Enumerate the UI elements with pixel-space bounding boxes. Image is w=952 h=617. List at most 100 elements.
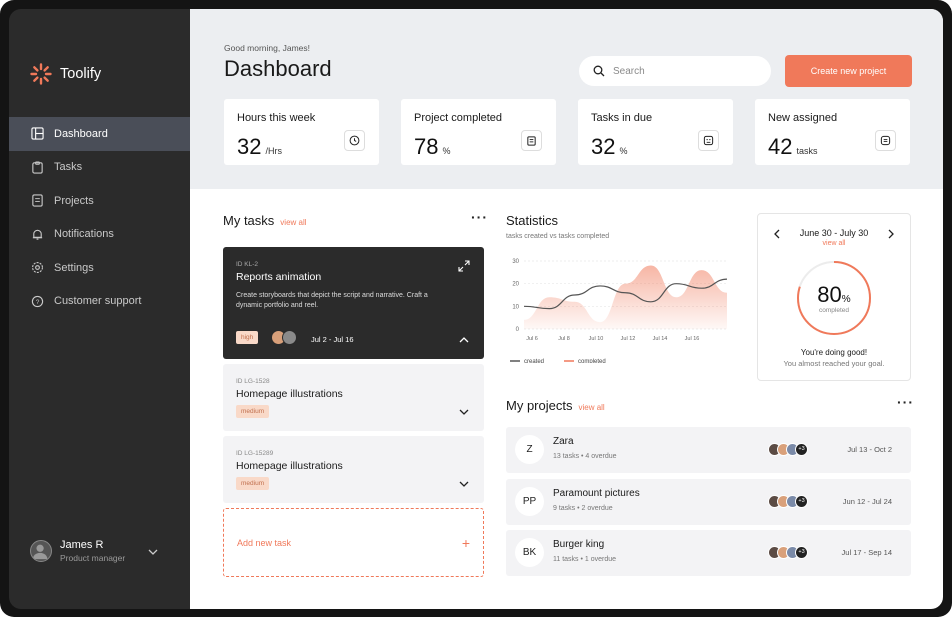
- statistics-title: Statistics: [506, 213, 559, 228]
- project-date: Jul 13 - Oct 2: [847, 445, 892, 454]
- clipboard-icon: [32, 161, 43, 174]
- legend-label-created: created: [524, 359, 544, 363]
- task-date: Jul 2 - Jul 16: [311, 335, 354, 344]
- more-icon[interactable]: ···: [897, 394, 914, 410]
- dashboard-icon: [31, 127, 44, 140]
- extra-members: +3: [795, 443, 808, 456]
- project-date: Jun 12 - Jul 24: [842, 497, 892, 506]
- chevron-down-icon[interactable]: [459, 409, 469, 416]
- chevron-right-icon[interactable]: [888, 229, 895, 239]
- project-meta: 9 tasks • 2 overdue: [553, 505, 613, 512]
- projects-view-all-link[interactable]: view all: [578, 403, 604, 412]
- priority-badge: medium: [236, 477, 270, 490]
- clipboard-icon[interactable]: [521, 130, 542, 151]
- priority-badge: medium: [236, 405, 270, 418]
- main-content: Good morning, James! Dashboard Create ne…: [190, 9, 943, 609]
- add-task-label: Add new task: [237, 537, 292, 548]
- project-row[interactable]: Z Zara 13 tasks • 4 overdue +3 Jul 13 - …: [506, 427, 911, 473]
- progress-card: June 30 - July 30 view all 80% completed…: [757, 213, 911, 381]
- x-tick-label: Jul 12: [621, 336, 636, 342]
- statistics-subtitle: tasks created vs tasks completed: [506, 233, 610, 240]
- extra-members: +3: [795, 495, 808, 508]
- project-name: Paramount pictures: [553, 488, 640, 499]
- task-id: ID LG-1528: [236, 378, 270, 385]
- sidebar-item-tasks[interactable]: Tasks: [9, 151, 190, 185]
- series-completed-area: [524, 265, 727, 329]
- sidebar-item-settings[interactable]: Settings: [9, 251, 190, 285]
- y-tick-label: 30: [512, 259, 519, 265]
- calendar-view-all-link[interactable]: view all: [758, 240, 910, 247]
- task-description: Create storyboards that depict the scrip…: [236, 292, 428, 309]
- user-role: Product manager: [60, 553, 126, 563]
- sidebar: Toolify Dashboard Tasks Projects Notific…: [9, 9, 190, 609]
- y-tick-label: 0: [516, 327, 520, 333]
- sidebar-item-label: Tasks: [54, 161, 83, 174]
- expand-icon[interactable]: [458, 260, 470, 272]
- header: Good morning, James! Dashboard Create ne…: [190, 9, 943, 189]
- statistics-chart: 30 20 10 0 Jul 6 Jul 8 Jul 10 Jul 12 Jul 14 Jul 1…: [510, 259, 728, 363]
- search-icon: [593, 65, 605, 77]
- device-frame: Toolify Dashboard Tasks Projects Notific…: [0, 0, 952, 617]
- task-name: Reports animation: [236, 271, 322, 283]
- sidebar-item-customer-support[interactable]: ? Customer support: [9, 285, 190, 319]
- stat-value: 32: [591, 134, 616, 159]
- task-card[interactable]: ID LG-1528 Homepage illustrations medium: [223, 364, 484, 431]
- priority-badge: high: [236, 331, 259, 344]
- x-tick-label: Jul 8: [558, 336, 570, 342]
- sidebar-item-notifications[interactable]: Notifications: [9, 218, 190, 252]
- project-tasks: 11 tasks: [553, 556, 579, 563]
- project-name: Zara: [553, 436, 574, 447]
- stat-unit: %: [619, 146, 628, 156]
- sidebar-item-label: Projects: [54, 194, 94, 207]
- sidebar-item-label: Dashboard: [54, 127, 108, 140]
- chevron-down-icon[interactable]: [148, 548, 158, 556]
- avatar: [30, 540, 52, 562]
- member-avatars: +3: [768, 546, 808, 559]
- message-icon[interactable]: [875, 130, 896, 151]
- x-tick-label: Jul 14: [653, 336, 668, 342]
- gear-icon: [32, 262, 43, 274]
- add-task-button[interactable]: Add new task +: [223, 508, 484, 577]
- project-overdue: 1 overdue: [584, 556, 617, 563]
- greeting: Good morning, James!: [224, 43, 310, 53]
- stat-label: Project completed: [414, 112, 503, 124]
- task-card[interactable]: ID LG-15289 Homepage illustrations mediu…: [223, 436, 484, 503]
- project-avatar: PP: [515, 487, 544, 516]
- search-input[interactable]: [613, 65, 763, 77]
- task-id: ID KL-2: [236, 261, 259, 268]
- document-icon: [32, 194, 43, 207]
- project-row[interactable]: PP Paramount pictures 9 tasks • 2 overdu…: [506, 479, 911, 525]
- progress-submessage: You almost reached your goal.: [783, 359, 885, 368]
- clock-icon[interactable]: [344, 130, 365, 151]
- project-row[interactable]: BK Burger king 11 tasks • 1 overdue +3 J…: [506, 530, 911, 576]
- sidebar-item-projects[interactable]: Projects: [9, 184, 190, 218]
- page-title: Dashboard: [224, 56, 332, 81]
- stat-unit: /Hrs: [265, 146, 282, 156]
- svg-text:?: ?: [36, 299, 40, 306]
- logo[interactable]: Toolify: [30, 63, 101, 85]
- more-icon[interactable]: ···: [471, 209, 488, 225]
- stat-label: Hours this week: [237, 112, 316, 124]
- tasks-view-all-link[interactable]: view all: [280, 218, 306, 227]
- sidebar-item-label: Notifications: [54, 228, 114, 241]
- extra-members: +3: [795, 546, 808, 559]
- plus-icon: +: [461, 534, 470, 551]
- stat-value: 32: [237, 134, 262, 159]
- sidebar-item-dashboard[interactable]: Dashboard: [9, 117, 190, 151]
- avatar: [282, 330, 297, 345]
- create-project-button[interactable]: Create new project: [785, 55, 912, 87]
- task-card-expanded[interactable]: ID KL-2 Reports animation Create storybo…: [223, 247, 484, 359]
- chevron-down-icon[interactable]: [459, 481, 469, 488]
- progress-label: completed: [819, 307, 849, 314]
- emoji-icon[interactable]: [698, 130, 719, 151]
- stat-card-assigned: New assigned 42 tasks: [755, 99, 910, 165]
- projects-title: My projects view all: [506, 398, 605, 413]
- stat-card-projects: Project completed 78%: [401, 99, 556, 165]
- x-tick-label: Jul 10: [589, 336, 604, 342]
- user-icon: [32, 544, 48, 560]
- stat-label: New assigned: [768, 112, 838, 124]
- tasks-title-text: My tasks: [223, 213, 275, 228]
- chevron-up-icon[interactable]: [459, 336, 469, 343]
- user-profile[interactable]: James R Product manager: [30, 539, 125, 563]
- search-box[interactable]: [579, 56, 771, 86]
